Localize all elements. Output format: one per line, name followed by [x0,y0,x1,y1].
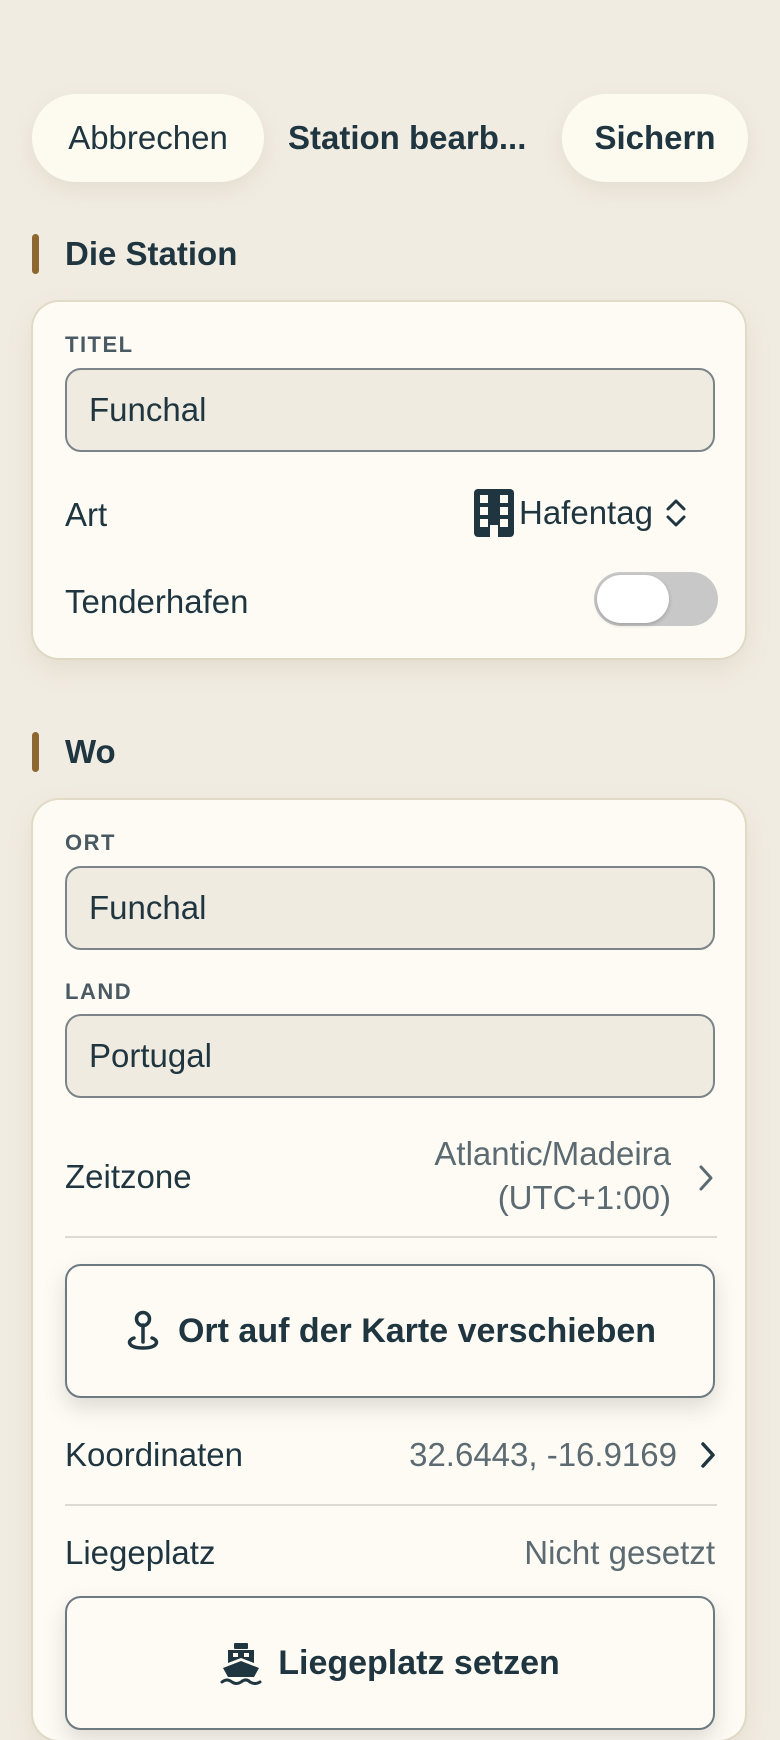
city-input[interactable]: Funchal [65,866,715,950]
timezone-offset: (UTC+1:00) [497,1179,671,1216]
tender-label: Tenderhafen [65,583,249,620]
set-berth-button[interactable]: Liegeplatz setzen [65,1596,715,1730]
tender-toggle[interactable] [594,572,718,626]
building-icon [474,489,514,537]
timezone-label: Zeitzone [65,1158,192,1195]
coordinates-label: Koordinaten [65,1436,243,1473]
section-accent-bar [32,732,39,772]
divider [65,1236,717,1238]
berth-value: Nicht gesetzt [524,1534,715,1571]
map-pin-icon [127,1310,159,1350]
ship-icon [220,1643,262,1685]
chevron-right-icon [699,1165,713,1191]
move-on-map-label: Ort auf der Karte verschieben [177,1311,657,1350]
where-card: ORT Funchal LAND Portugal Zeitzone Atlan… [33,800,745,1740]
timezone-name: Atlantic/Madeira [434,1135,671,1172]
save-button[interactable]: Sichern [562,94,748,182]
section-header-where: Wo [32,732,116,772]
country-input[interactable]: Portugal [65,1014,715,1098]
title-field-label: TITEL [65,332,134,357]
type-picker[interactable]: Hafentag [473,486,689,540]
coordinates-row[interactable]: Koordinaten 32.6443, -16.9169 [33,1420,745,1490]
section-title: Wo [65,733,116,770]
move-on-map-button[interactable]: Ort auf der Karte verschieben [65,1264,715,1398]
title-input[interactable]: Funchal [65,368,715,452]
station-card: TITEL Funchal Art Hafentag Tenderhafen [33,302,745,658]
type-label: Art [65,496,108,533]
chevron-right-icon [701,1442,715,1468]
divider [65,1504,717,1506]
top-bar: Abbrechen Station bearb... Sichern [32,94,748,182]
type-value: Hafentag [519,494,653,531]
coordinates-value: 32.6443, -16.9169 [409,1436,677,1473]
country-field-label: LAND [65,979,133,1004]
berth-row: Liegeplatz Nicht gesetzt [33,1518,745,1588]
timezone-value: Atlantic/Madeira (UTC+1:00) [434,1132,671,1220]
toggle-knob [597,575,669,623]
section-header-station: Die Station [32,234,237,274]
page-title: Station bearb... [288,119,527,156]
berth-label: Liegeplatz [65,1534,216,1571]
chevron-up-down-icon [666,499,686,527]
timezone-row[interactable]: Zeitzone Atlantic/Madeira (UTC+1:00) [33,1120,745,1220]
cancel-button[interactable]: Abbrechen [32,94,264,182]
section-accent-bar [32,234,39,274]
section-title: Die Station [65,235,238,272]
city-field-label: ORT [65,830,116,855]
set-berth-label: Liegeplatz setzen [278,1643,560,1682]
